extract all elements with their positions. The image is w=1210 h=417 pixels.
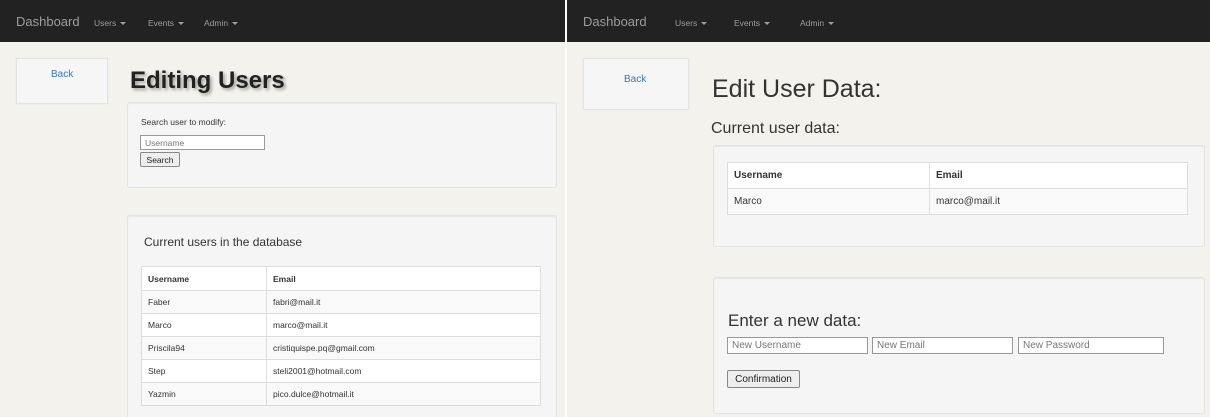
email-cell: steli2001@hotmail.com [266,359,541,383]
username-search-input[interactable] [140,135,265,150]
nav-users-label: Users [94,18,117,28]
table-header-row: Username Email [727,162,1188,189]
caret-down-icon [764,22,770,26]
table-row[interactable]: Marco marco@mail.it [141,313,541,337]
edit-user-screen: Dashboard Users Events Admin Back Edit U… [567,0,1210,417]
navbar-brand[interactable]: Dashboard [583,14,647,29]
caret-down-icon [178,22,184,26]
nav-events-menu[interactable]: Events [734,18,770,28]
table-row[interactable]: Step steli2001@hotmail.com [141,359,541,383]
caret-down-icon [120,22,127,26]
username-cell: Faber [141,290,267,314]
email-cell: pico.dulce@hotmail.it [266,382,541,406]
username-cell: Step [141,359,267,383]
username-cell: Yazmin [141,382,267,406]
new-username-input[interactable] [727,337,868,354]
nav-events-label: Events [734,18,760,28]
navbar-brand[interactable]: Dashboard [16,14,80,29]
confirmation-button[interactable]: Confirmation [727,370,800,388]
nav-users-menu[interactable]: Users [675,18,708,28]
username-cell: Priscila94 [141,336,267,360]
caret-down-icon [701,22,708,26]
email-cell: fabri@mail.it [266,290,541,314]
nav-users-label: Users [675,18,698,28]
current-user-heading: Current user data: [711,120,840,137]
users-heading: Current users in the database [144,235,303,249]
caret-down-icon [828,22,835,26]
nav-admin-label: Admin [204,18,229,28]
nav-admin-menu[interactable]: Admin [800,18,835,28]
nav-events-label: Events [148,18,174,28]
nav-admin-menu[interactable]: Admin [204,18,239,28]
column-header-username: Username [727,162,930,189]
back-link[interactable]: Back [624,74,646,85]
navbar: Dashboard Users Events Admin [567,0,1210,42]
current-user-table: Username Email Marco marco@mail.it [727,162,1188,215]
table-row[interactable]: Yazmin pico.dulce@hotmail.it [141,382,541,406]
column-header-email: Email [266,266,541,291]
table-row[interactable]: Marco marco@mail.it [727,188,1188,215]
new-email-input[interactable] [872,337,1013,354]
table-row[interactable]: Priscila94 cristiquispe.pq@gmail.com [141,336,541,360]
search-label: Search user to modify: [141,117,227,127]
table-row[interactable]: Faber fabri@mail.it [141,290,541,314]
email-cell: marco@mail.it [929,188,1188,215]
email-cell: marco@mail.it [266,313,541,337]
table-header-row: Username Email [141,266,541,291]
back-link[interactable]: Back [51,69,73,80]
page-title: Editing Users [130,67,285,94]
new-data-heading: Enter a new data: [728,311,862,330]
editing-users-screen: Dashboard Users Events Admin Back Editin… [0,0,567,417]
column-header-email: Email [929,162,1188,189]
search-button[interactable]: Search [140,152,180,167]
users-table: Username Email Faber fabri@mail.it Marco… [141,266,541,406]
nav-admin-label: Admin [800,18,825,28]
column-header-username: Username [141,266,267,291]
username-cell: Marco [727,188,930,215]
nav-users-menu[interactable]: Users [94,18,127,28]
navbar: Dashboard Users Events Admin [0,0,567,42]
back-box [16,58,108,104]
caret-down-icon [232,22,239,26]
username-cell: Marco [141,313,267,337]
page-title: Edit User Data: [712,75,882,103]
nav-events-menu[interactable]: Events [148,18,184,28]
email-cell: cristiquispe.pq@gmail.com [266,336,541,360]
new-password-input[interactable] [1018,337,1164,354]
